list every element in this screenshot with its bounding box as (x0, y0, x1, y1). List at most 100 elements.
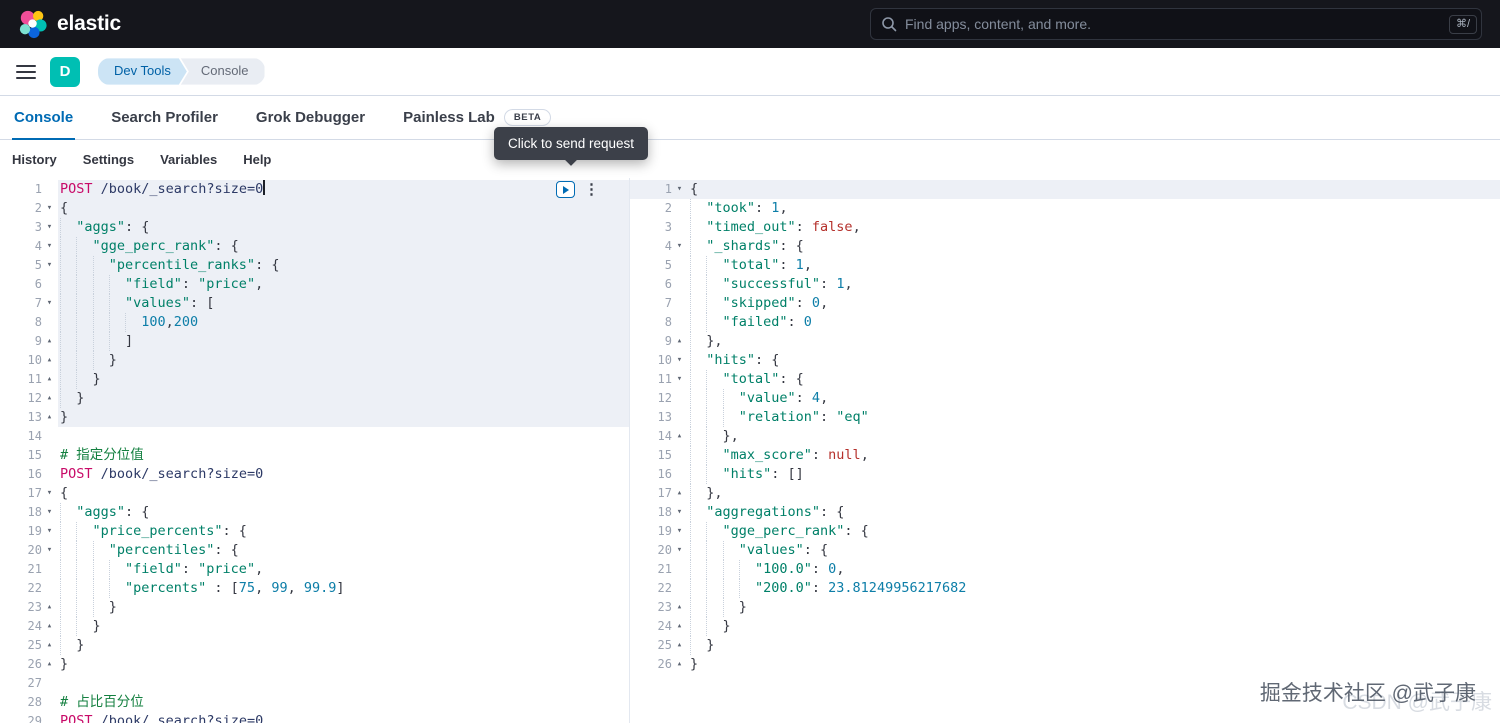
fold-toggle-icon[interactable]: ▾ (672, 522, 687, 541)
code-line[interactable]: 25▴} (0, 636, 629, 655)
code-line[interactable]: 9▴}, (630, 332, 1500, 351)
tab-search-profiler[interactable]: Search Profiler (109, 96, 220, 139)
menu-item-help[interactable]: Help (243, 152, 271, 167)
fold-toggle-icon[interactable]: ▴ (42, 655, 57, 674)
code-line[interactable]: 8100,200 (0, 313, 629, 332)
code-line[interactable]: 22"200.0": 23.81249956217682 (630, 579, 1500, 598)
fold-toggle-icon[interactable]: ▴ (42, 332, 57, 351)
code-line[interactable]: 20▾"values": { (630, 541, 1500, 560)
code-line[interactable]: 14▴}, (630, 427, 1500, 446)
code-line[interactable]: 19▾"price_percents": { (0, 522, 629, 541)
breadcrumb-console[interactable]: Console (181, 58, 265, 84)
fold-toggle-icon[interactable]: ▾ (672, 370, 687, 389)
fold-toggle-icon[interactable]: ▾ (672, 503, 687, 522)
code-line[interactable]: 15"max_score": null, (630, 446, 1500, 465)
menu-item-variables[interactable]: Variables (160, 152, 217, 167)
code-line[interactable]: 3▾"aggs": { (0, 218, 629, 237)
fold-toggle-icon[interactable]: ▴ (672, 598, 687, 617)
response-editor[interactable]: 1▾{2"took": 1,3"timed_out": false,4▾"_sh… (630, 178, 1500, 723)
fold-toggle-icon[interactable]: ▴ (42, 370, 57, 389)
code-line[interactable]: 11▾"total": { (630, 370, 1500, 389)
code-line[interactable]: 4▾"_shards": { (630, 237, 1500, 256)
fold-toggle-icon[interactable]: ▴ (672, 636, 687, 655)
code-line[interactable]: 24▴} (630, 617, 1500, 636)
code-line[interactable]: 20▾"percentiles": { (0, 541, 629, 560)
fold-toggle-icon[interactable]: ▴ (42, 389, 57, 408)
code-line[interactable]: 6"field": "price", (0, 275, 629, 294)
fold-toggle-icon[interactable]: ▾ (672, 351, 687, 370)
fold-toggle-icon[interactable]: ▴ (672, 484, 687, 503)
request-menu-icon[interactable]: ⋮ (584, 182, 599, 197)
code-line[interactable]: 16"hits": [] (630, 465, 1500, 484)
code-line[interactable]: 22"percents" : [75, 99, 99.9] (0, 579, 629, 598)
code-line[interactable]: 29POST /book/_search?size=0 (0, 712, 629, 723)
code-line[interactable]: 17▴}, (630, 484, 1500, 503)
fold-toggle-icon[interactable]: ▴ (672, 332, 687, 351)
code-line[interactable]: 5"total": 1, (630, 256, 1500, 275)
fold-toggle-icon[interactable]: ▾ (672, 237, 687, 256)
fold-toggle-icon[interactable]: ▴ (42, 351, 57, 370)
code-line[interactable]: 14 (0, 427, 629, 446)
code-line[interactable]: 12"value": 4, (630, 389, 1500, 408)
fold-toggle-icon[interactable]: ▾ (672, 541, 687, 560)
code-line[interactable]: 8"failed": 0 (630, 313, 1500, 332)
fold-toggle-icon[interactable]: ▴ (42, 636, 57, 655)
breadcrumb-dev-tools[interactable]: Dev Tools (98, 58, 187, 84)
code-line[interactable]: 24▴} (0, 617, 629, 636)
fold-toggle-icon[interactable]: ▾ (42, 218, 57, 237)
code-line[interactable]: 23▴} (630, 598, 1500, 617)
code-line[interactable]: 7▾"values": [ (0, 294, 629, 313)
code-line[interactable]: 2▾{ (0, 199, 629, 218)
code-line[interactable]: 28# 占比百分位 (0, 693, 629, 712)
fold-toggle-icon[interactable]: ▴ (42, 408, 57, 427)
code-line[interactable]: 17▾{ (0, 484, 629, 503)
code-line[interactable]: 11▴} (0, 370, 629, 389)
fold-toggle-icon[interactable]: ▾ (672, 180, 687, 199)
global-search[interactable]: ⌘/ (870, 8, 1482, 40)
code-line[interactable]: 7"skipped": 0, (630, 294, 1500, 313)
code-line[interactable]: 10▴} (0, 351, 629, 370)
menu-item-settings[interactable]: Settings (83, 152, 134, 167)
fold-toggle-icon[interactable]: ▾ (42, 541, 57, 560)
code-line[interactable]: 5▾"percentile_ranks": { (0, 256, 629, 275)
fold-toggle-icon[interactable]: ▾ (42, 294, 57, 313)
elastic-logo[interactable]: elastic (12, 9, 127, 39)
code-line[interactable]: 9▴] (0, 332, 629, 351)
code-line[interactable]: 1POST /book/_search?size=0⋮ (0, 180, 629, 199)
fold-toggle-icon[interactable]: ▴ (672, 427, 687, 446)
code-line[interactable]: 6"successful": 1, (630, 275, 1500, 294)
code-line[interactable]: 18▾"aggregations": { (630, 503, 1500, 522)
code-line[interactable]: 26▴} (630, 655, 1500, 674)
tab-console[interactable]: Console (12, 96, 75, 139)
fold-toggle-icon[interactable]: ▾ (42, 484, 57, 503)
code-line[interactable]: 13▴} (0, 408, 629, 427)
fold-toggle-icon[interactable]: ▴ (672, 617, 687, 636)
fold-toggle-icon[interactable]: ▾ (42, 522, 57, 541)
menu-item-history[interactable]: History (12, 152, 57, 167)
space-avatar[interactable]: D (50, 57, 80, 87)
code-line[interactable]: 16POST /book/_search?size=0 (0, 465, 629, 484)
code-line[interactable]: 18▾"aggs": { (0, 503, 629, 522)
search-input[interactable] (905, 16, 1443, 32)
menu-icon[interactable] (16, 65, 36, 79)
tab-grok-debugger[interactable]: Grok Debugger (254, 96, 367, 139)
code-line[interactable]: 21"field": "price", (0, 560, 629, 579)
fold-toggle-icon[interactable]: ▾ (42, 237, 57, 256)
code-line[interactable]: 15# 指定分位值 (0, 446, 629, 465)
code-line[interactable]: 13"relation": "eq" (630, 408, 1500, 427)
code-line[interactable]: 1▾{ (630, 180, 1500, 199)
code-line[interactable]: 19▾"gge_perc_rank": { (630, 522, 1500, 541)
code-line[interactable]: 21"100.0": 0, (630, 560, 1500, 579)
code-line[interactable]: 23▴} (0, 598, 629, 617)
code-line[interactable]: 3"timed_out": false, (630, 218, 1500, 237)
code-line[interactable]: 25▴} (630, 636, 1500, 655)
code-line[interactable]: 4▾"gge_perc_rank": { (0, 237, 629, 256)
fold-toggle-icon[interactable]: ▾ (42, 256, 57, 275)
fold-toggle-icon[interactable]: ▾ (42, 503, 57, 522)
code-line[interactable]: 27 (0, 674, 629, 693)
code-line[interactable]: 12▴} (0, 389, 629, 408)
fold-toggle-icon[interactable]: ▾ (42, 199, 57, 218)
request-editor[interactable]: 1POST /book/_search?size=0⋮2▾{3▾"aggs": … (0, 178, 630, 723)
fold-toggle-icon[interactable]: ▴ (672, 655, 687, 674)
fold-toggle-icon[interactable]: ▴ (42, 617, 57, 636)
